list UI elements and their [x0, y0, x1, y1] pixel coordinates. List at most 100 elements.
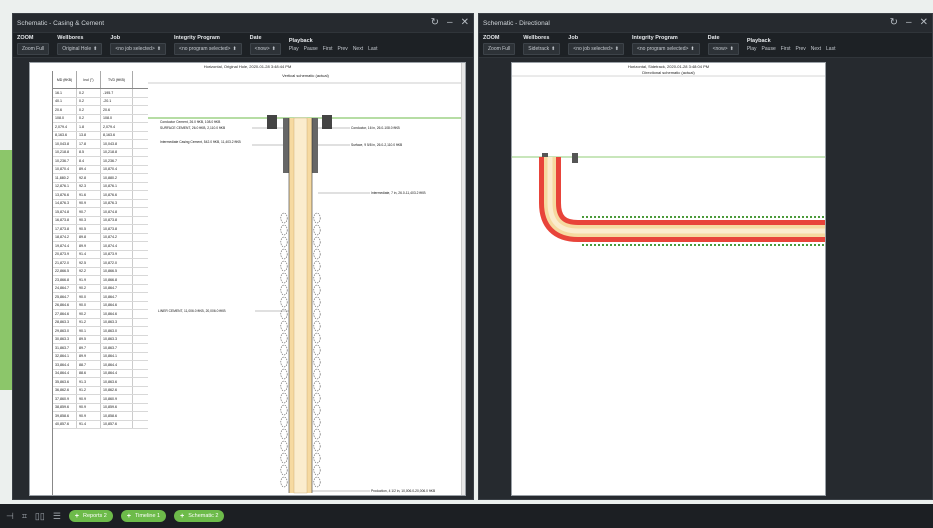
- play-button[interactable]: Play: [289, 46, 299, 52]
- right-control-row: ZOOM Zoom Full Wellbores Sidetrack ⬍ Job …: [479, 32, 932, 58]
- cement-marker: [313, 368, 321, 380]
- left-window-title: Schematic - Casing & Cement: [17, 19, 105, 27]
- playback-buttons: Play Pause First Prev Next Last: [747, 46, 836, 52]
- integrity-select[interactable]: <no program selected> ⬍: [174, 43, 242, 55]
- cement-marker: [313, 212, 321, 224]
- cement-marker: [280, 452, 288, 464]
- job-select[interactable]: <no job selected> ⬍: [568, 43, 624, 55]
- job-group: Job <no job selected> ⬍: [564, 33, 628, 57]
- cement-marker: [280, 320, 288, 332]
- date-select[interactable]: <now> ⬍: [249, 43, 281, 55]
- zoom-full-button[interactable]: Zoom Full: [483, 43, 516, 55]
- spinner-icon: ⬍: [271, 46, 276, 52]
- job-select[interactable]: <no job selected> ⬍: [110, 43, 167, 55]
- job-group: Job <no job selected> ⬍: [106, 33, 170, 57]
- bottom-taskbar: ⊣ ⌗ ▯▯ ☰ + Reports 2 + Timeline 1 + Schemat…: [0, 504, 933, 528]
- directional-schematic-drawing: [512, 75, 825, 246]
- pause-button[interactable]: Pause: [304, 46, 318, 52]
- cement-marker: [280, 272, 288, 284]
- tile-icon[interactable]: ⌗: [22, 511, 27, 522]
- minimize-icon[interactable]: –: [447, 18, 453, 28]
- date-group: Date <now> ⬍: [246, 33, 285, 57]
- casing-schematic-canvas[interactable]: Horizontal, Original Hole, 2020-01-28 3:…: [29, 62, 466, 496]
- wellbores-group: Wellbores Sidetrack ⬍: [519, 33, 564, 57]
- dir-casing-path: [544, 157, 825, 237]
- cement-marker: [280, 236, 288, 248]
- dock-left-icon[interactable]: ⊣: [6, 511, 14, 522]
- integrity-group: Integrity Program <no program selected> ⬍: [628, 33, 704, 57]
- left-vertical-scrollbar[interactable]: [461, 63, 465, 495]
- job-label: Job: [110, 35, 121, 41]
- date-select[interactable]: <now> ⬍: [707, 43, 739, 55]
- spinner-icon: ⬍: [156, 46, 162, 52]
- plus-icon: +: [180, 512, 185, 520]
- refresh-icon[interactable]: ↻: [890, 18, 898, 28]
- wellbores-value: Original Hole: [62, 46, 92, 52]
- cement-marker: [313, 416, 321, 428]
- directional-window: Schematic - Directional ↻ – ✕ ZOOM Zoom …: [478, 13, 933, 500]
- right-window-title: Schematic - Directional: [483, 19, 550, 27]
- production-casing-label: Production, 4 1/2 in, 10,006.0-20,006.0 …: [371, 489, 436, 493]
- cement-marker: [280, 380, 288, 392]
- tab-timeline[interactable]: + Timeline 1: [120, 510, 167, 522]
- cement-marker: [280, 476, 288, 488]
- cement-marker: [313, 260, 321, 272]
- tab-reports[interactable]: + Reports 2: [68, 510, 113, 522]
- directional-schematic-canvas[interactable]: Horizontal, Sidetrack, 2020-01-28 3:48:0…: [511, 62, 826, 496]
- casing-cement-window: Schematic - Casing & Cement ↻ – ✕ ZOOM Z…: [12, 13, 474, 500]
- next-button[interactable]: Next: [811, 46, 821, 52]
- first-button[interactable]: First: [781, 46, 791, 52]
- cement-marker: [280, 284, 288, 296]
- cement-marker: [280, 224, 288, 236]
- cement-marker: [280, 428, 288, 440]
- spinner-icon: ⬍: [232, 46, 237, 52]
- cement-marker: [313, 404, 321, 416]
- job-value: <no job selected>: [573, 46, 613, 52]
- zoom-label: ZOOM: [483, 35, 500, 41]
- intermediate-casing-label: Intermediate, 7 in, 26.0-11,403.2 ftKB: [371, 191, 426, 195]
- cement-marker: [313, 476, 321, 488]
- conductor-cement-label: Conductor Cement, 26.0 ftKB, 108.0 ftKB: [160, 120, 221, 124]
- cement-marker: [280, 368, 288, 380]
- date-value: <now>: [712, 46, 728, 52]
- tab-schematic[interactable]: + Schematic 2: [174, 510, 225, 522]
- columns-icon[interactable]: ▯▯: [35, 511, 45, 522]
- next-button[interactable]: Next: [353, 46, 363, 52]
- surface-casing-label: Surface, 9 5/8 in, 26.0-2,110.0 ftKB: [351, 143, 403, 147]
- last-button[interactable]: Last: [826, 46, 835, 52]
- integrity-select[interactable]: <no program selected> ⬍: [631, 43, 700, 55]
- cement-marker: [313, 464, 321, 476]
- wellbores-group: Wellbores Original Hole ⬍: [53, 33, 106, 57]
- prev-button[interactable]: Prev: [795, 46, 805, 52]
- minimize-icon[interactable]: –: [906, 18, 912, 28]
- close-icon[interactable]: ✕: [461, 18, 469, 28]
- cement-marker: [313, 224, 321, 236]
- production-tubing: [293, 117, 308, 494]
- play-button[interactable]: Play: [747, 46, 757, 52]
- spinner-icon: ⬍: [614, 46, 619, 52]
- cement-marker: [280, 344, 288, 356]
- refresh-icon[interactable]: ↻: [431, 18, 439, 28]
- rows-icon[interactable]: ☰: [53, 511, 61, 522]
- zoom-full-button[interactable]: Zoom Full: [17, 43, 50, 55]
- left-titlebar: Schematic - Casing & Cement ↻ – ✕: [13, 14, 473, 32]
- wellbores-select[interactable]: Sidetrack ⬍: [523, 43, 561, 55]
- wellhead-right: [322, 115, 332, 129]
- prev-button[interactable]: Prev: [338, 46, 348, 52]
- cement-marker: [313, 248, 321, 260]
- liner-cement-label: LINER CEMENT, 11,006.0 ftKB, 20,006.0 ft…: [158, 309, 226, 313]
- cement-marker: [313, 272, 321, 284]
- last-button[interactable]: Last: [368, 46, 377, 52]
- wellbores-select[interactable]: Original Hole ⬍: [57, 43, 103, 55]
- cement-marker: [313, 392, 321, 404]
- first-button[interactable]: First: [323, 46, 333, 52]
- pause-button[interactable]: Pause: [762, 46, 776, 52]
- cement-marker: [313, 320, 321, 332]
- surface-casing-left: [283, 118, 289, 173]
- spinner-icon: ⬍: [729, 46, 734, 52]
- cement-marker: [313, 236, 321, 248]
- close-icon[interactable]: ✕: [920, 18, 928, 28]
- dir-tubing-path: [547, 157, 825, 234]
- integrity-value: <no program selected>: [179, 46, 231, 52]
- playback-group: Playback Play Pause First Prev Next Last: [285, 33, 382, 57]
